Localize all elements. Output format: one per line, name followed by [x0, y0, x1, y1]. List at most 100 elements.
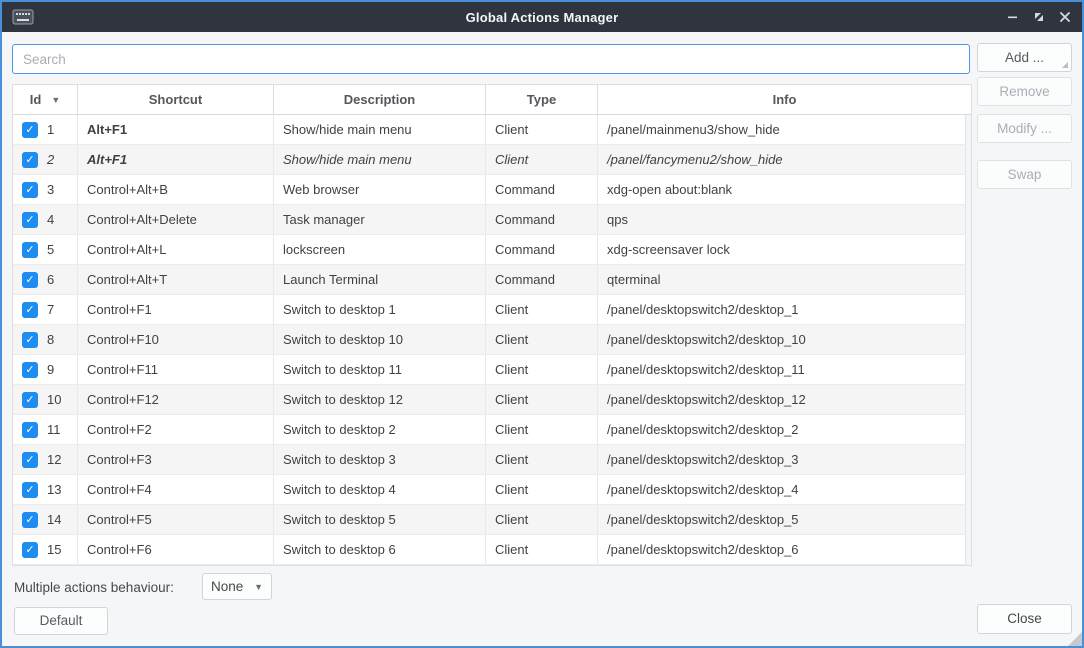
row-checkbox[interactable]: ✓ [22, 482, 38, 498]
cell-description: Switch to desktop 1 [274, 295, 486, 325]
row-checkbox[interactable]: ✓ [22, 152, 38, 168]
cell-id: ✓10 [13, 385, 78, 415]
cell-id: ✓14 [13, 505, 78, 535]
cell-id: ✓7 [13, 295, 78, 325]
column-header-shortcut[interactable]: Shortcut [78, 85, 274, 114]
cell-info: /panel/desktopswitch2/desktop_10 [598, 325, 971, 355]
row-checkbox[interactable]: ✓ [22, 212, 38, 228]
table-row[interactable]: ✓11Control+F2Switch to desktop 2Client/p… [13, 415, 971, 445]
shortcuts-table: Id ▼ Shortcut Description Type Info ✓1Al… [12, 84, 972, 566]
cell-id: ✓9 [13, 355, 78, 385]
multiple-actions-behaviour-label: Multiple actions behaviour: [14, 580, 174, 595]
cell-id: ✓8 [13, 325, 78, 355]
cell-type: Client [486, 145, 598, 175]
row-checkbox[interactable]: ✓ [22, 392, 38, 408]
cell-type: Client [486, 295, 598, 325]
row-checkbox[interactable]: ✓ [22, 422, 38, 438]
add-button-label: Add ... [1005, 50, 1044, 65]
cell-info: qterminal [598, 265, 971, 295]
cell-description: Switch to desktop 12 [274, 385, 486, 415]
cell-shortcut: Alt+F1 [78, 115, 274, 145]
row-id: 9 [47, 362, 54, 377]
row-checkbox[interactable]: ✓ [22, 542, 38, 558]
cell-id: ✓6 [13, 265, 78, 295]
remove-button[interactable]: Remove [977, 77, 1072, 106]
table-row[interactable]: ✓2Alt+F1Show/hide main menuClient/panel/… [13, 145, 971, 175]
cell-id: ✓12 [13, 445, 78, 475]
table-row[interactable]: ✓10Control+F12Switch to desktop 12Client… [13, 385, 971, 415]
column-header-id[interactable]: Id ▼ [13, 85, 78, 114]
column-header-type[interactable]: Type [486, 85, 598, 114]
row-checkbox[interactable]: ✓ [22, 182, 38, 198]
table-row[interactable]: ✓9Control+F11Switch to desktop 11Client/… [13, 355, 971, 385]
row-id: 3 [47, 182, 54, 197]
default-button[interactable]: Default [14, 607, 108, 635]
cell-shortcut: Control+F3 [78, 445, 274, 475]
row-id: 13 [47, 482, 61, 497]
behaviour-dropdown[interactable]: None ▼ [202, 573, 272, 600]
swap-button[interactable]: Swap [977, 160, 1072, 189]
cell-info: xdg-screensaver lock [598, 235, 971, 265]
cell-info: /panel/mainmenu3/show_hide [598, 115, 971, 145]
cell-shortcut: Control+F12 [78, 385, 274, 415]
maximize-button[interactable] [1030, 8, 1048, 26]
row-checkbox[interactable]: ✓ [22, 242, 38, 258]
window-title: Global Actions Manager [2, 10, 1082, 25]
global-actions-manager-window: Global Actions Manager Add ... Remove [0, 0, 1084, 648]
row-checkbox[interactable]: ✓ [22, 362, 38, 378]
add-button[interactable]: Add ... [977, 43, 1072, 72]
table-row[interactable]: ✓6Control+Alt+TLaunch TerminalCommandqte… [13, 265, 971, 295]
close-button[interactable]: Close [977, 604, 1072, 634]
vertical-scrollbar[interactable] [965, 115, 971, 565]
table-row[interactable]: ✓4Control+Alt+DeleteTask managerCommandq… [13, 205, 971, 235]
cell-info: /panel/desktopswitch2/desktop_6 [598, 535, 971, 565]
close-icon[interactable] [1056, 8, 1074, 26]
cell-type: Client [486, 115, 598, 145]
cell-shortcut: Control+Alt+T [78, 265, 274, 295]
column-header-description[interactable]: Description [274, 85, 486, 114]
column-header-id-label: Id [30, 92, 42, 107]
cell-shortcut: Control+Alt+B [78, 175, 274, 205]
table-row[interactable]: ✓5Control+Alt+LlockscreenCommandxdg-scre… [13, 235, 971, 265]
table-row[interactable]: ✓15Control+F6Switch to desktop 6Client/p… [13, 535, 971, 565]
minimize-button[interactable] [1004, 8, 1022, 26]
cell-description: Switch to desktop 3 [274, 445, 486, 475]
cell-info: xdg-open about:blank [598, 175, 971, 205]
cell-description: Show/hide main menu [274, 145, 486, 175]
cell-description: lockscreen [274, 235, 486, 265]
row-checkbox[interactable]: ✓ [22, 302, 38, 318]
titlebar[interactable]: Global Actions Manager [2, 2, 1082, 32]
cell-shortcut: Alt+F1 [78, 145, 274, 175]
cell-id: ✓2 [13, 145, 78, 175]
row-id: 8 [47, 332, 54, 347]
resize-grip[interactable] [1068, 632, 1082, 646]
row-checkbox[interactable]: ✓ [22, 452, 38, 468]
table-row[interactable]: ✓8Control+F10Switch to desktop 10Client/… [13, 325, 971, 355]
cell-info: /panel/desktopswitch2/desktop_4 [598, 475, 971, 505]
cell-type: Command [486, 235, 598, 265]
row-checkbox[interactable]: ✓ [22, 332, 38, 348]
column-header-info[interactable]: Info [598, 85, 971, 114]
chevron-down-icon: ▼ [254, 582, 263, 592]
table-row[interactable]: ✓14Control+F5Switch to desktop 5Client/p… [13, 505, 971, 535]
cell-info: qps [598, 205, 971, 235]
table-body: ✓1Alt+F1Show/hide main menuClient/panel/… [13, 115, 971, 565]
cell-description: Show/hide main menu [274, 115, 486, 145]
cell-shortcut: Control+F6 [78, 535, 274, 565]
cell-id: ✓3 [13, 175, 78, 205]
row-checkbox[interactable]: ✓ [22, 512, 38, 528]
table-row[interactable]: ✓7Control+F1Switch to desktop 1Client/pa… [13, 295, 971, 325]
cell-id: ✓11 [13, 415, 78, 445]
cell-description: Switch to desktop 11 [274, 355, 486, 385]
table-row[interactable]: ✓13Control+F4Switch to desktop 4Client/p… [13, 475, 971, 505]
table-row[interactable]: ✓12Control+F3Switch to desktop 3Client/p… [13, 445, 971, 475]
row-checkbox[interactable]: ✓ [22, 122, 38, 138]
table-row[interactable]: ✓1Alt+F1Show/hide main menuClient/panel/… [13, 115, 971, 145]
row-checkbox[interactable]: ✓ [22, 272, 38, 288]
cell-description: Task manager [274, 205, 486, 235]
cell-type: Client [486, 325, 598, 355]
table-row[interactable]: ✓3Control+Alt+BWeb browserCommandxdg-ope… [13, 175, 971, 205]
search-input[interactable] [12, 44, 970, 74]
modify-button[interactable]: Modify ... [977, 114, 1072, 143]
row-id: 2 [47, 152, 54, 167]
